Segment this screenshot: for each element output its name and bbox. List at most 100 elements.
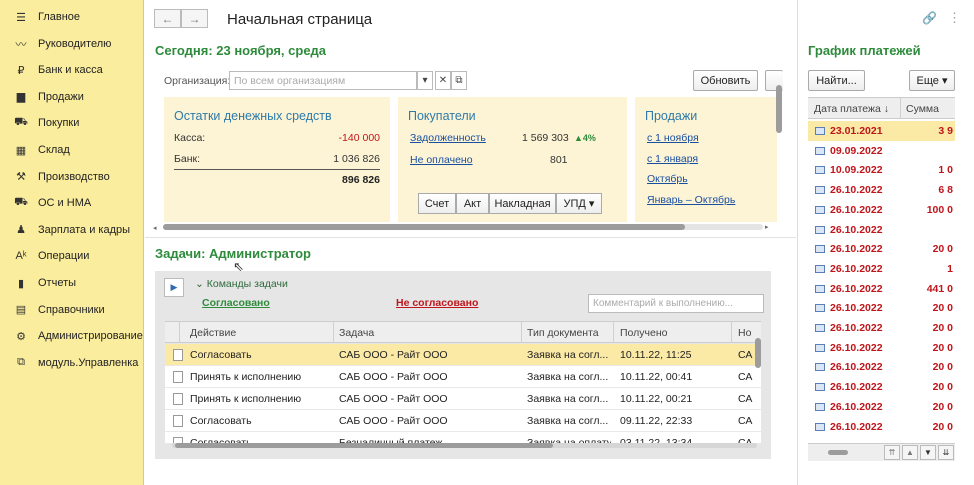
sidebar-item-10[interactable]: ▮ Отчеты [0, 272, 144, 294]
arrow-left-icon: ← [161, 11, 174, 26]
column-received[interactable]: Получено [620, 327, 667, 339]
payment-row[interactable]: 26.10.2022 20 0 [808, 239, 955, 260]
cash-value: -140 000 [338, 132, 380, 144]
more-icon[interactable]: ⋮ [948, 10, 961, 26]
payment-date: 26.10.2022 [830, 282, 883, 295]
today-vertical-scrollbar[interactable] [776, 85, 782, 133]
not-approved-link[interactable]: Не согласовано [396, 297, 478, 309]
payment-row[interactable]: 26.10.2022 20 0 [808, 416, 955, 437]
doc-button-2[interactable]: Накладная [489, 193, 556, 214]
column-action[interactable]: Действие [190, 327, 236, 339]
last-page-button[interactable]: ⇊ [938, 445, 954, 460]
organization-open-button[interactable]: ⧉ [451, 71, 467, 90]
open-icon: ⧉ [455, 75, 463, 86]
buyers-card: Покупатели Задолженность 1 569 303 ▲4% Н… [398, 97, 627, 222]
sales-link-0[interactable]: с 1 ноября [647, 132, 699, 144]
doc-button-1[interactable]: Акт [456, 193, 489, 214]
section-divider [145, 237, 796, 238]
sidebar-item-6[interactable]: ⚒ Производство [0, 166, 144, 188]
payment-row[interactable]: 26.10.2022 20 0 [808, 337, 955, 358]
table-row[interactable]: Принять к исполнению САБ ООО - Райт ООО За… [165, 388, 761, 410]
payment-row[interactable]: 26.10.2022 20 0 [808, 298, 955, 319]
prev-page-button[interactable]: ▲ [902, 445, 918, 460]
link-icon[interactable]: 🔗 [922, 11, 937, 25]
payment-row[interactable]: 26.10.2022 100 0 [808, 199, 955, 220]
payment-row[interactable]: 10.09.2022 1 0 [808, 160, 955, 181]
tasks-panel: ▶ ⌄ Команды задачи Согласовано Не соглас… [155, 271, 771, 459]
column-payment-date[interactable]: Дата платежа ↓ [814, 103, 889, 115]
organization-dropdown-button[interactable]: ▾ [417, 71, 433, 90]
sidebar-item-4[interactable]: ⛟ Покупки [0, 112, 144, 134]
payment-row[interactable]: 26.10.2022 20 0 [808, 318, 955, 338]
unpaid-link[interactable]: Не оплачено [410, 154, 473, 166]
sidebar-item-9[interactable]: Aᵏ Операции [0, 245, 144, 267]
payments-horizontal-scrollbar[interactable] [828, 450, 848, 455]
table-cell: 10.11.22, 00:41 [620, 371, 693, 383]
organization-clear-button[interactable]: ✕ [435, 71, 451, 90]
payment-row[interactable]: 26.10.2022 20 0 [808, 357, 955, 378]
tasks-horizontal-scrollbar[interactable] [175, 443, 553, 448]
sidebar-item-5[interactable]: ▦ Склад [0, 139, 144, 161]
comment-input[interactable]: Комментарий к выполнению... [588, 294, 764, 313]
document-icon [173, 349, 183, 361]
today-horizontal-scrollbar[interactable] [163, 224, 685, 230]
payment-date: 26.10.2022 [830, 262, 883, 275]
run-task-button[interactable]: ▶ [164, 278, 184, 297]
payment-icon [815, 383, 825, 392]
first-page-button[interactable]: ⇈ [884, 445, 900, 460]
sidebar-item-1[interactable]: 〰 Руководителю [0, 33, 144, 55]
payment-row[interactable]: 26.10.2022 1 [808, 258, 955, 279]
debt-link[interactable]: Задолженность [410, 132, 486, 144]
task-commands-toggle[interactable]: ⌄ Команды задачи [195, 278, 288, 290]
payment-row[interactable]: 09.09.2022 [808, 140, 955, 161]
payment-sum: 1 [947, 262, 953, 275]
tasks-vertical-scrollbar[interactable] [755, 338, 761, 368]
payment-sum: 441 0 [926, 282, 953, 295]
chart-trend-icon: 〰 [15, 38, 27, 51]
table-row[interactable]: Согласовать САБ ООО - Райт ООО Заявка на с… [165, 410, 761, 432]
organization-input[interactable]: По всем организациям [229, 71, 417, 90]
sales-link-1[interactable]: с 1 января [647, 153, 698, 165]
sidebar-item-7[interactable]: ⛟ ОС и НМА [0, 192, 144, 214]
next-page-button[interactable]: ▼ [920, 445, 936, 460]
column-task[interactable]: Задача [339, 327, 374, 339]
sales-link-2[interactable]: Октябрь [647, 173, 688, 185]
sales-link-3[interactable]: Январь – Октябрь [647, 194, 735, 206]
payment-row[interactable]: 23.01.2021 3 9 [808, 121, 955, 141]
doc-button-0[interactable]: Счет [418, 193, 456, 214]
column-number[interactable]: Но [738, 327, 751, 339]
sales-card-title: Продажи [645, 109, 698, 123]
sidebar-item-0[interactable]: ☰ Главное [0, 6, 144, 28]
sidebar-item-label: модуль.Управленка [38, 356, 139, 369]
doc-button-3[interactable]: УПД ▾ [556, 193, 602, 214]
payment-row[interactable]: 26.10.2022 [808, 219, 955, 240]
table-row[interactable]: Согласовать САБ ООО - Райт ООО Заявка на с… [165, 344, 761, 366]
approved-link[interactable]: Согласовано [202, 297, 270, 309]
sidebar-item-3[interactable]: ▆ Продажи [0, 86, 144, 108]
payment-row[interactable]: 26.10.2022 20 0 [808, 377, 955, 398]
sidebar-item-11[interactable]: ▤ Справочники [0, 299, 144, 321]
forward-button[interactable]: → [181, 9, 208, 28]
chevron-down-icon: ⌄ [195, 278, 204, 290]
column-doc-type[interactable]: Тип документа [527, 327, 599, 339]
payment-sum: 100 0 [926, 203, 953, 216]
find-button[interactable]: Найти... [808, 70, 865, 91]
sales-card: Продажи с 1 ноября с 1 января Октябрь Январ… [635, 97, 777, 222]
refresh-button[interactable]: Обновить [693, 70, 758, 91]
sidebar-item-8[interactable]: ♟ Зарплата и кадры [0, 219, 144, 241]
payment-row[interactable]: 26.10.2022 441 0 [808, 278, 955, 299]
scroll-right-icon[interactable]: ▸ [765, 223, 769, 231]
sidebar-item-label: Банк и касса [38, 64, 103, 77]
table-row[interactable]: Принять к исполнению САБ ООО - Райт ООО За… [165, 366, 761, 388]
column-sum[interactable]: Сумма [906, 103, 939, 115]
payment-row[interactable]: 26.10.2022 6 8 [808, 180, 955, 201]
sidebar-item-2[interactable]: ₽ Банк и касса [0, 59, 144, 81]
back-button[interactable]: ← [154, 9, 181, 28]
payments-more-button[interactable]: Еще ▾ [909, 70, 955, 91]
sidebar-item-13[interactable]: ⧉ модуль.Управленка [0, 352, 144, 374]
chevron-down-icon: ▾ [422, 75, 428, 86]
sidebar-item-12[interactable]: ⚙ Администрирование [0, 325, 144, 347]
payments-panel: 🔗 ⋮ График платежей Найти... Еще ▾ Дата … [797, 0, 974, 485]
scroll-left-icon[interactable]: ◂ [153, 224, 157, 232]
payment-row[interactable]: 26.10.2022 20 0 [808, 396, 955, 417]
